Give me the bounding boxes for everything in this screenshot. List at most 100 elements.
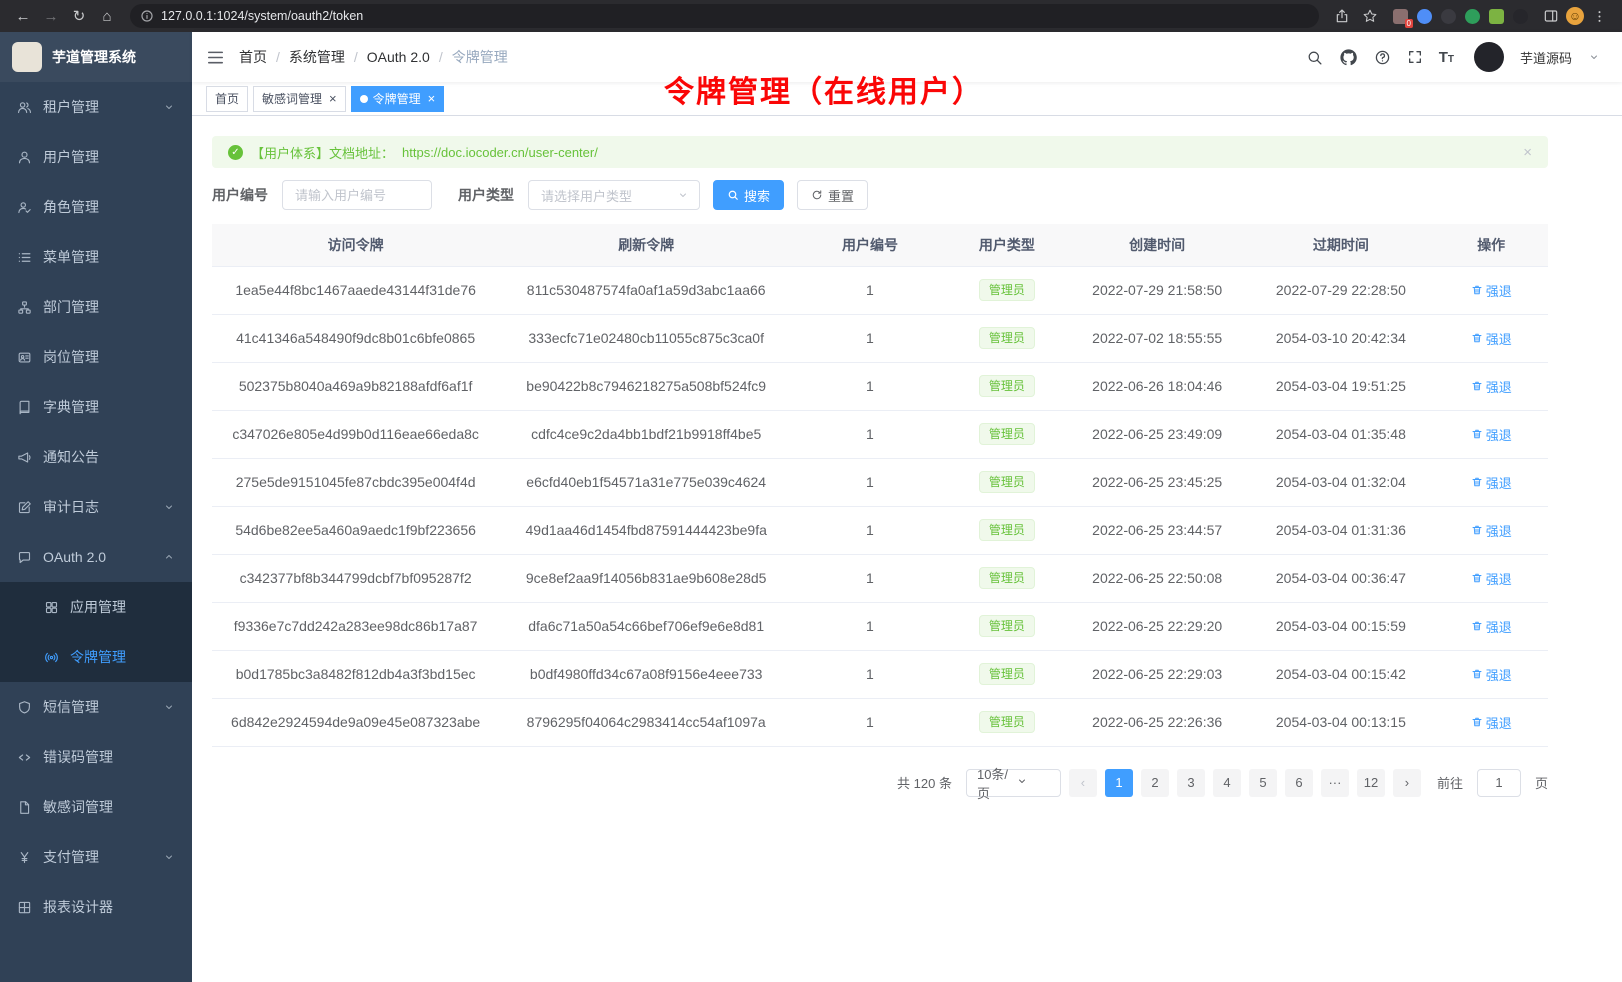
alert-link[interactable]: https://doc.iocoder.cn/user-center/ [402, 145, 598, 160]
breadcrumb-item[interactable]: OAuth 2.0 [367, 49, 430, 65]
breadcrumb-separator: / [354, 49, 358, 65]
force-logout-button[interactable]: 强退 [1471, 329, 1512, 348]
home-icon[interactable]: ⌂ [94, 3, 120, 29]
github-icon[interactable] [1339, 48, 1358, 67]
sidebar-item-report[interactable]: 报表设计器 [0, 882, 192, 932]
force-logout-button[interactable]: 强退 [1471, 521, 1512, 540]
site-info-icon[interactable] [140, 9, 154, 23]
extension-icon[interactable] [1513, 9, 1528, 24]
app-logo[interactable]: 芋道管理系统 [0, 32, 192, 82]
force-logout-button[interactable]: 强退 [1471, 569, 1512, 588]
sidebar-item-notice[interactable]: 通知公告 [0, 432, 192, 482]
page-button-6[interactable]: 6 [1285, 769, 1313, 797]
search-button[interactable]: 搜索 [713, 180, 784, 210]
page-button-3[interactable]: 3 [1177, 769, 1205, 797]
help-icon[interactable] [1374, 49, 1391, 66]
sidebar-item-user[interactable]: 用户管理 [0, 132, 192, 182]
extension-icon[interactable]: 0 [1393, 9, 1408, 24]
errcode-icon [17, 750, 32, 765]
sidebar-item-tenant[interactable]: 租户管理 [0, 82, 192, 132]
force-logout-button[interactable]: 强退 [1471, 281, 1512, 300]
create-time-cell: 2022-06-25 23:49:09 [1067, 410, 1247, 458]
expire-time-cell: 2022-07-29 22:28:50 [1247, 266, 1434, 314]
force-logout-button[interactable]: 强退 [1471, 617, 1512, 636]
page-button-2[interactable]: 2 [1141, 769, 1169, 797]
chevron-down-icon[interactable] [1588, 51, 1600, 63]
more-pages-button[interactable]: ··· [1321, 769, 1349, 797]
profile-avatar[interactable]: ☺ [1566, 7, 1584, 25]
user-id-cell: 1 [793, 602, 947, 650]
url-text: 127.0.0.1:1024/system/oauth2/token [161, 9, 363, 23]
browser-menu-icon[interactable] [1586, 3, 1612, 29]
reload-icon[interactable]: ↻ [66, 3, 92, 29]
page-size-select[interactable]: 10条/页 [966, 769, 1061, 797]
tab-1[interactable]: 敏感词管理× [253, 86, 346, 112]
expire-time-cell: 2054-03-04 00:15:42 [1247, 650, 1434, 698]
extension-icon[interactable] [1465, 9, 1480, 24]
alert-text: 【用户体系】文档地址： [251, 143, 394, 162]
user-type-badge: 管理员 [979, 519, 1035, 541]
force-logout-button[interactable]: 强退 [1471, 473, 1512, 492]
sidebar-item-dict[interactable]: 字典管理 [0, 382, 192, 432]
tab-0[interactable]: 首页 [206, 86, 248, 112]
sidebar-item-role[interactable]: 角色管理 [0, 182, 192, 232]
extension-icon[interactable] [1441, 9, 1456, 24]
force-logout-button[interactable]: 强退 [1471, 377, 1512, 396]
column-header: 用户类型 [947, 224, 1067, 266]
hamburger-icon[interactable] [206, 48, 225, 67]
username[interactable]: 芋道源码 [1520, 48, 1572, 67]
user-type-select[interactable]: 请选择用户类型 [528, 180, 700, 210]
font-size-icon[interactable]: TT [1439, 50, 1454, 65]
tab-2[interactable]: 令牌管理× [351, 86, 445, 112]
force-logout-button[interactable]: 强退 [1471, 665, 1512, 684]
next-page-button[interactable]: › [1393, 769, 1421, 797]
close-icon[interactable]: × [1523, 144, 1532, 161]
prev-page-button[interactable]: ‹ [1069, 769, 1097, 797]
search-icon [727, 189, 739, 201]
sidebar-item-pay[interactable]: 支付管理 [0, 832, 192, 882]
extension-icon[interactable] [1417, 9, 1432, 24]
access-token-cell: 41c41346a548490f9dc8b01c6bfe0865 [212, 314, 499, 362]
sidebar-item-oauth2[interactable]: OAuth 2.0 [0, 532, 192, 582]
forward-icon[interactable]: → [38, 3, 64, 29]
access-token-cell: c342377bf8b344799dcbf7bf095287f2 [212, 554, 499, 602]
sidebar-item-sensitive[interactable]: 敏感词管理 [0, 782, 192, 832]
sidebar-item-oauth2-token[interactable]: 令牌管理 [0, 632, 192, 682]
user-id-input[interactable] [282, 180, 432, 210]
action-cell: 强退 [1434, 650, 1548, 698]
split-view-icon[interactable] [1538, 3, 1564, 29]
user-icon [17, 150, 32, 165]
sidebar-item-audit[interactable]: 审计日志 [0, 482, 192, 532]
sidebar-item-sms[interactable]: 短信管理 [0, 682, 192, 732]
force-logout-button[interactable]: 强退 [1471, 425, 1512, 444]
sidebar-item-oauth2-app[interactable]: 应用管理 [0, 582, 192, 632]
address-bar[interactable]: 127.0.0.1:1024/system/oauth2/token [130, 4, 1319, 28]
back-icon[interactable]: ← [10, 3, 36, 29]
goto-page-input[interactable] [1477, 769, 1521, 797]
breadcrumb-item[interactable]: 系统管理 [289, 47, 345, 67]
user-avatar[interactable] [1474, 42, 1504, 72]
close-icon[interactable]: × [329, 92, 337, 105]
page-button-5[interactable]: 5 [1249, 769, 1277, 797]
page-button-4[interactable]: 4 [1213, 769, 1241, 797]
sidebar-item-errcode[interactable]: 错误码管理 [0, 732, 192, 782]
post-icon [17, 350, 32, 365]
logo-avatar-image [12, 42, 42, 72]
search-icon[interactable] [1306, 49, 1323, 66]
sidebar-item-menu[interactable]: 菜单管理 [0, 232, 192, 282]
breadcrumb-item[interactable]: 首页 [239, 47, 267, 67]
extension-puzzle-icon[interactable] [1489, 9, 1504, 24]
page-button-1[interactable]: 1 [1105, 769, 1133, 797]
share-icon[interactable] [1329, 3, 1355, 29]
page-button-12[interactable]: 12 [1357, 769, 1385, 797]
navbar-tools: TT 芋道源码 [1306, 42, 1600, 72]
fullscreen-icon[interactable] [1407, 49, 1423, 65]
force-logout-button[interactable]: 强退 [1471, 713, 1512, 732]
column-header: 创建时间 [1067, 224, 1247, 266]
sidebar-item-post[interactable]: 岗位管理 [0, 332, 192, 382]
sidebar-item-dept[interactable]: 部门管理 [0, 282, 192, 332]
bookmark-icon[interactable] [1357, 3, 1383, 29]
close-icon[interactable]: × [428, 92, 436, 105]
reset-button[interactable]: 重置 [797, 180, 868, 210]
create-time-cell: 2022-06-25 22:50:08 [1067, 554, 1247, 602]
